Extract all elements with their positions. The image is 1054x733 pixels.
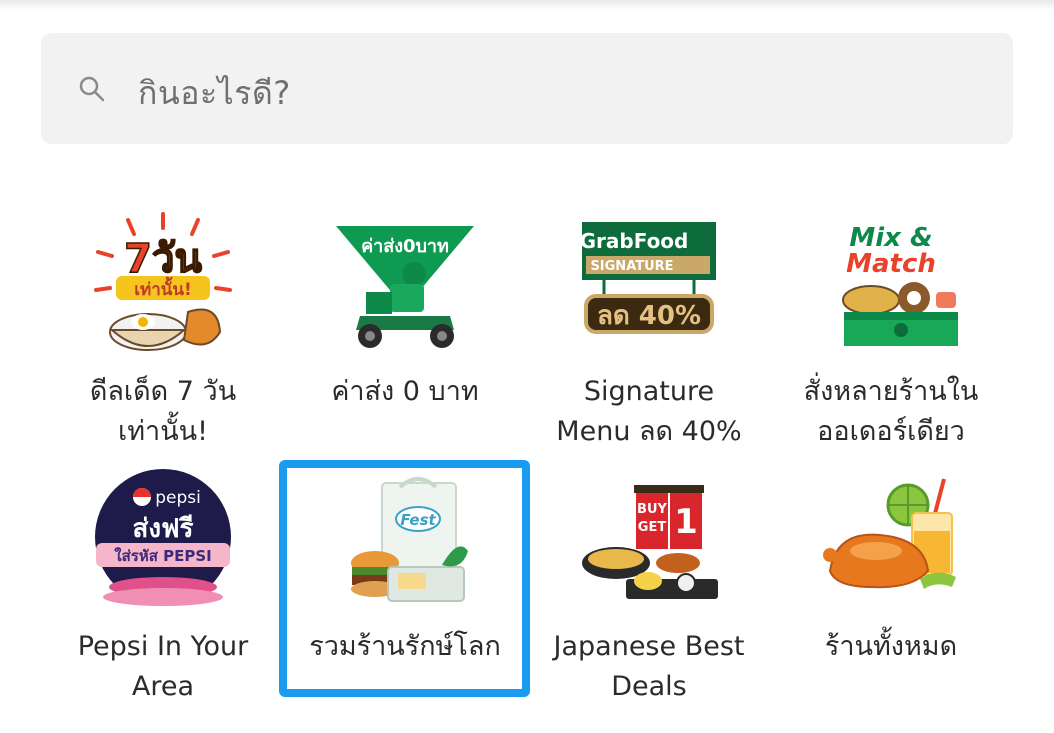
signature-art-text: SIGNATURE: [590, 259, 673, 274]
category-label: สั่งหลายร้านใน ออเดอร์เดียว: [803, 376, 979, 447]
match-art-text: Match: [846, 249, 936, 279]
mix-match-icon: Mix & Match: [842, 223, 958, 346]
pepsi-code-art-text: ใส่รหัส PEPSI: [114, 547, 211, 565]
category-label: Japanese Best Deals: [553, 631, 745, 702]
category-label: ดีลเด็ด 7 วัน เท่านั้น!: [89, 376, 237, 447]
pepsi-icon: pepsi ส่งฟรี ใส่รหัส PEPSI: [95, 469, 231, 606]
pepsi-art-text: pepsi: [155, 488, 201, 508]
category-all-stores[interactable]: ร้านทั้งหมด: [771, 467, 1011, 717]
search-icon: [79, 76, 105, 102]
header-shadow: [0, 0, 1054, 10]
category-pepsi[interactable]: pepsi ส่งฟรี ใส่รหัส PEPSI Pepsi In Your…: [43, 467, 283, 717]
one-art-text: 1: [674, 502, 698, 542]
discount-art-text: ลด 40%: [597, 301, 701, 331]
category-mix-match[interactable]: Mix & Match สั่งหลายร้านใน ออเดอร์เดียว: [771, 212, 1011, 462]
category-signature-menu[interactable]: GrabFood SIGNATURE ลด 40% Signature Menu…: [529, 212, 769, 462]
japanese-deals-icon: BUY GET 1: [582, 485, 718, 599]
category-free-delivery[interactable]: ค่าส่ง0บาท ค่าส่ง 0 บาท: [285, 212, 525, 462]
deal-7-days-art-text: 7วัน: [124, 236, 202, 282]
free-delivery-art-text: ค่าส่ง0บาท: [361, 236, 449, 257]
free-shipping-art-text: ส่งฟรี: [133, 514, 194, 544]
category-deal-7-days[interactable]: 7วัน เท่านั้น! ดีลเด็ด 7 วัน เท่านั้น!: [43, 212, 283, 462]
grabfood-art-text: GrabFood: [580, 229, 689, 253]
get-art-text: GET: [638, 520, 667, 535]
all-stores-icon: [823, 478, 956, 589]
free-delivery-icon: ค่าส่ง0บาท: [336, 226, 474, 348]
category-japanese-deals[interactable]: BUY GET 1 Japanese Best Deals: [529, 467, 769, 717]
buy-art-text: BUY: [637, 502, 667, 517]
grabfood-signature-icon: GrabFood SIGNATURE ลด 40%: [580, 222, 716, 334]
search-input[interactable]: กินอะไรดี?: [138, 68, 291, 119]
category-label: Signature Menu ลด 40%: [556, 376, 742, 447]
selection-highlight: [279, 460, 530, 697]
deal-7-days-art-subtext: เท่านั้น!: [134, 276, 192, 300]
category-label: ร้านทั้งหมด: [824, 631, 958, 662]
deal-7-days-icon: 7วัน เท่านั้น!: [94, 212, 232, 351]
category-label: ค่าส่ง 0 บาท: [331, 376, 479, 407]
category-label: Pepsi In Your Area: [77, 631, 249, 702]
